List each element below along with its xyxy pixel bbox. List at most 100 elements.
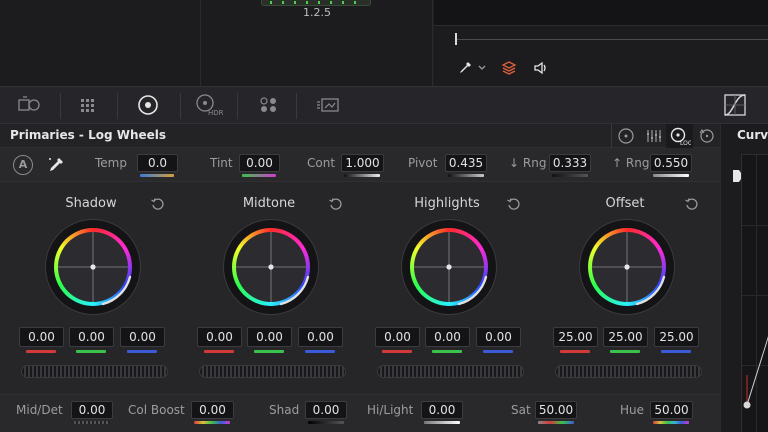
red-value-field[interactable]: 0.00 <box>197 327 242 347</box>
viewer-image[interactable] <box>434 0 768 26</box>
pivot-gradient <box>448 174 484 177</box>
reset-icon[interactable] <box>150 196 166 212</box>
speaker-icon[interactable] <box>532 59 550 77</box>
green-channel-indicator <box>610 350 640 353</box>
chevron-down-icon[interactable] <box>476 59 488 77</box>
temp-field[interactable]: 0.0 <box>137 154 178 172</box>
color-boost-label: Col Boost <box>128 403 185 417</box>
viewer-panel <box>434 0 768 86</box>
green-value-field[interactable]: 0.00 <box>425 327 470 347</box>
midtone-wheel-group: Midtone 0.00 0.00 0.00 <box>180 182 358 394</box>
low-range-label: ↓ Rng <box>509 156 547 170</box>
layers-icon[interactable] <box>500 59 518 77</box>
primaries-bars-icon[interactable] <box>612 124 639 148</box>
green-channel-indicator <box>76 350 106 353</box>
scrubber-track[interactable] <box>456 39 768 40</box>
toolbar-divider <box>117 93 118 119</box>
highlights-gradient <box>424 421 460 424</box>
green-value-field[interactable]: 0.00 <box>247 327 292 347</box>
tint-field[interactable]: 0.00 <box>239 154 280 172</box>
contrast-field[interactable]: 1.000 <box>341 154 384 172</box>
rgb-mixer-icon[interactable] <box>256 93 282 117</box>
red-channel-indicator <box>26 350 56 353</box>
wheel-mode-switcher: LOG <box>611 124 720 148</box>
green-channel-indicator <box>254 350 284 353</box>
hdr-wheels-icon[interactable]: HDR <box>194 93 224 117</box>
eyedropper-icon[interactable] <box>456 59 474 77</box>
hue-label: Hue <box>620 403 645 417</box>
toolbar-divider <box>60 93 61 119</box>
saturation-field[interactable]: 50.00 <box>535 401 577 419</box>
master-wheel-jog[interactable] <box>21 365 168 378</box>
low-range-field[interactable]: 0.333 <box>549 154 591 172</box>
motion-effects-icon[interactable] <box>316 93 342 117</box>
color-wheel[interactable] <box>224 220 318 314</box>
color-wheels-icon[interactable] <box>135 93 161 117</box>
red-value-field[interactable]: 25.00 <box>553 327 598 347</box>
hue-field[interactable]: 50.00 <box>650 401 693 419</box>
svg-text:HDR: HDR <box>208 109 224 117</box>
green-value-field[interactable]: 0.00 <box>69 327 114 347</box>
red-value-field[interactable]: 0.00 <box>19 327 64 347</box>
curves-graph[interactable] <box>741 154 768 432</box>
reset-icon[interactable] <box>693 124 720 148</box>
white-balance-picker-icon[interactable] <box>46 155 66 175</box>
toolbar-divider <box>296 93 297 119</box>
shadow-wheel-group: Shadow 0.00 0.00 0.00 <box>2 182 180 394</box>
blue-value-field[interactable]: 25.00 <box>654 327 699 347</box>
red-channel-indicator <box>382 350 412 353</box>
palette-toolbar: HDR <box>0 86 768 124</box>
red-channel-indicator <box>204 350 234 353</box>
auto-balance-button[interactable]: A <box>13 155 33 175</box>
log-wheels-icon[interactable]: LOG <box>666 124 693 148</box>
color-wheel[interactable] <box>46 220 140 314</box>
toolbar-divider <box>237 93 238 119</box>
red-channel-indicator <box>560 350 590 353</box>
color-boost-field[interactable]: 0.00 <box>191 401 234 419</box>
pivot-label: Pivot <box>408 156 438 170</box>
highlights-wheel-group: Highlights 0.00 0.00 0.00 <box>358 182 536 394</box>
reset-icon[interactable] <box>328 196 344 212</box>
curves-title: Curves <box>737 128 768 142</box>
blue-channel-indicator <box>661 350 691 353</box>
blue-value-field[interactable]: 0.00 <box>298 327 343 347</box>
color-wheel[interactable] <box>580 220 674 314</box>
toolbar-divider <box>180 93 181 119</box>
blue-channel-indicator <box>483 350 513 353</box>
high-range-gradient <box>653 174 689 177</box>
blue-channel-indicator <box>127 350 157 353</box>
master-wheel-jog[interactable] <box>199 365 346 378</box>
mid-detail-field[interactable]: 0.00 <box>71 401 113 419</box>
adjustment-bar: A Temp 0.0 Tint 0.00 Cont 1.000 Pivot 0.… <box>0 148 720 182</box>
shadows-field[interactable]: 0.00 <box>305 401 347 419</box>
color-match-icon[interactable] <box>76 93 102 117</box>
contrast-label: Cont <box>307 156 336 170</box>
temp-gradient <box>140 174 174 177</box>
shadows-gradient <box>308 421 344 424</box>
reset-icon[interactable] <box>506 196 522 212</box>
green-value-field[interactable]: 25.00 <box>603 327 648 347</box>
blue-channel-indicator <box>305 350 335 353</box>
color-wheel[interactable] <box>402 220 496 314</box>
pivot-field[interactable]: 0.435 <box>445 154 487 172</box>
red-value-field[interactable]: 0.00 <box>375 327 420 347</box>
clip-version: 1.2.5 <box>303 6 331 19</box>
primaries-wheels-icon[interactable] <box>639 124 666 148</box>
saturation-label: Sat <box>511 403 531 417</box>
panel-title: Primaries - Log Wheels <box>10 128 167 142</box>
high-range-field[interactable]: 0.550 <box>650 154 692 172</box>
curves-panel: Curves <box>720 124 768 432</box>
primaries-header: Primaries - Log Wheels LOG <box>0 124 720 148</box>
offset-wheel-group: Offset 25.00 25.00 25.00 <box>536 182 714 394</box>
playhead[interactable] <box>455 33 457 45</box>
blue-value-field[interactable]: 0.00 <box>476 327 521 347</box>
curves-icon[interactable] <box>722 93 748 117</box>
reset-icon[interactable] <box>684 196 700 212</box>
blue-value-field[interactable]: 0.00 <box>120 327 165 347</box>
master-wheel-jog[interactable] <box>555 365 702 378</box>
svg-text:LOG: LOG <box>680 140 691 146</box>
camera-raw-icon[interactable] <box>16 93 42 117</box>
highlights-field[interactable]: 0.00 <box>421 401 463 419</box>
master-wheel-jog[interactable] <box>377 365 524 378</box>
color-boost-gradient <box>194 421 230 424</box>
